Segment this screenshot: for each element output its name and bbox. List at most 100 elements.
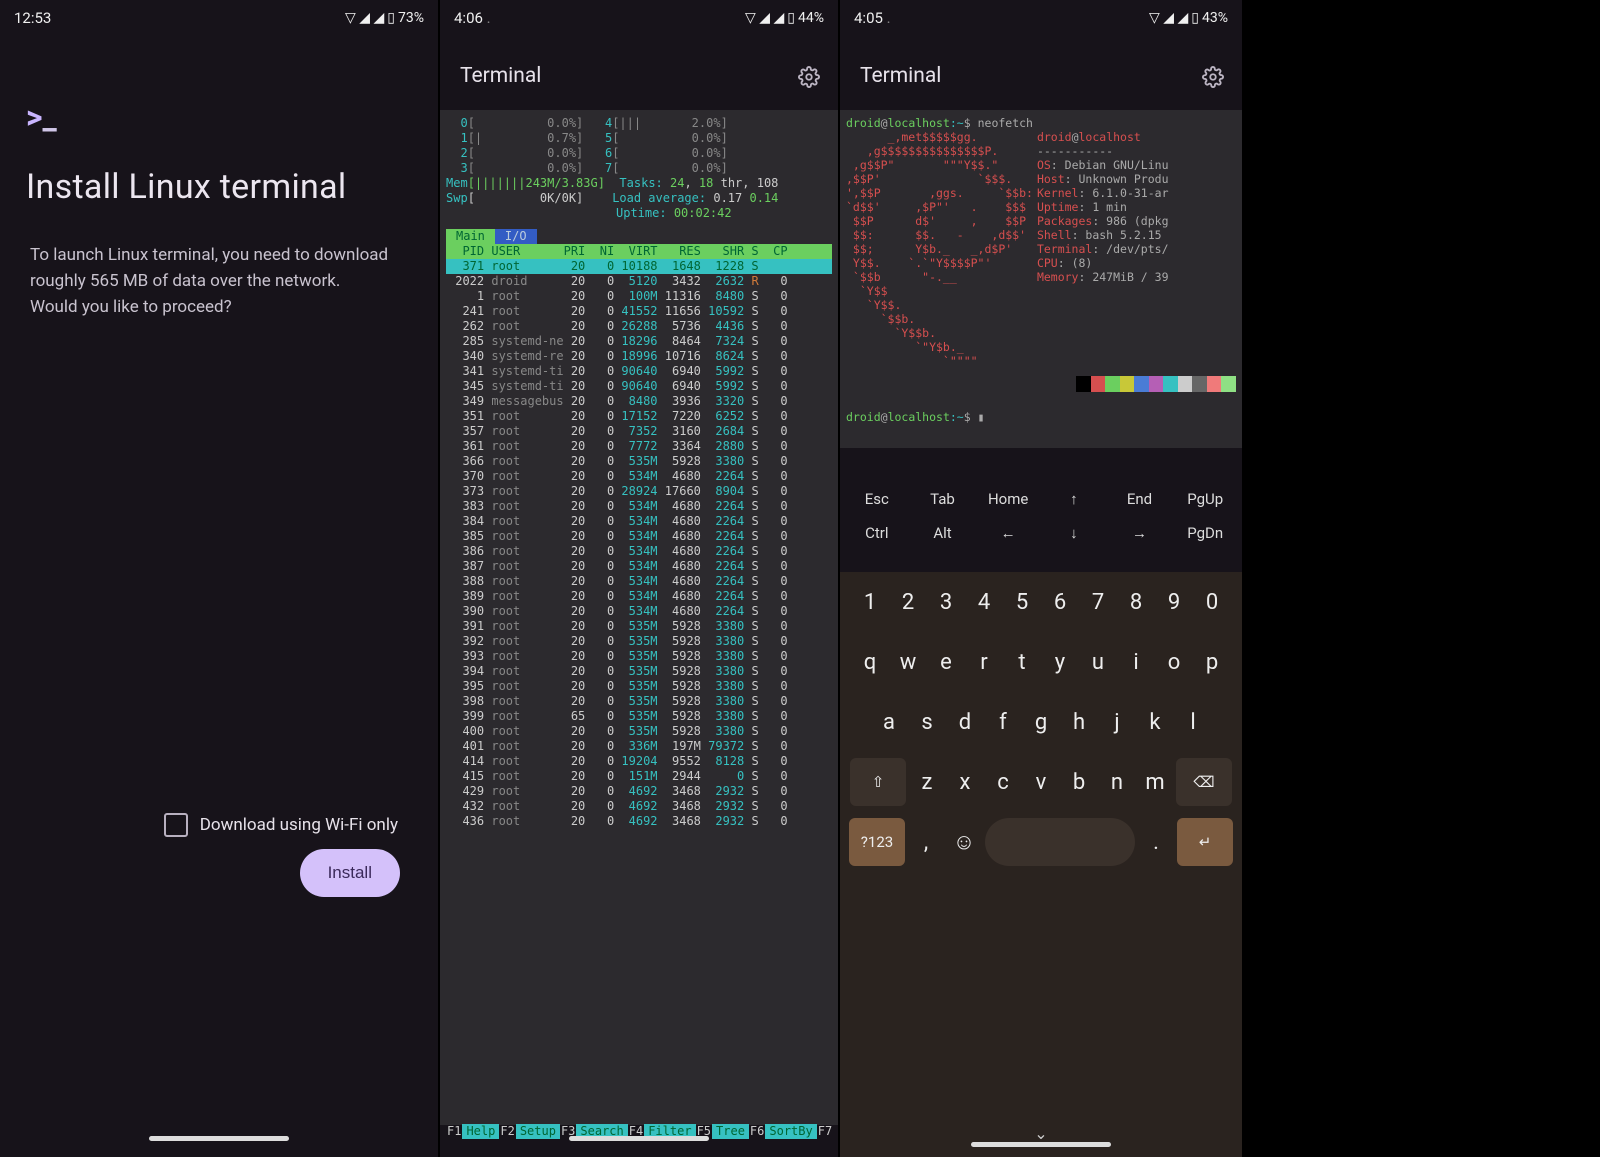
key-l[interactable]: l <box>1176 698 1210 746</box>
key-8[interactable]: 8 <box>1119 578 1153 626</box>
gear-icon[interactable] <box>1202 66 1224 92</box>
backspace-key[interactable]: ⌫ <box>1176 758 1232 806</box>
table-row[interactable]: 392 root 20 0 535M 5928 3380 S 0 <box>446 634 832 649</box>
table-row[interactable]: 341 systemd-ti 20 0 90640 6940 5992 S 0 <box>446 364 832 379</box>
key-e[interactable]: e <box>929 638 963 686</box>
table-row[interactable]: 371 root 20 0 10188 1648 1228 S <box>446 259 832 274</box>
table-row[interactable]: 349 messagebus 20 0 8480 3936 3320 S 0 <box>446 394 832 409</box>
key-1[interactable]: 1 <box>853 578 887 626</box>
key-o[interactable]: o <box>1157 638 1191 686</box>
tab-main[interactable]: Main <box>446 229 495 244</box>
table-row[interactable]: 361 root 20 0 7772 3364 2880 S 0 <box>446 439 832 454</box>
key-j[interactable]: j <box>1100 698 1134 746</box>
table-row[interactable]: 387 root 20 0 534M 4680 2264 S 0 <box>446 559 832 574</box>
key-p[interactable]: p <box>1195 638 1229 686</box>
key-v[interactable]: v <box>1024 758 1058 806</box>
symbols-key[interactable]: ?123 <box>849 818 905 866</box>
shift-key[interactable]: ⇧ <box>850 758 906 806</box>
table-row[interactable]: 390 root 20 0 534M 4680 2264 S 0 <box>446 604 832 619</box>
key-5[interactable]: 5 <box>1005 578 1039 626</box>
key-c[interactable]: c <box>986 758 1020 806</box>
key-g[interactable]: g <box>1024 698 1058 746</box>
extkey-pgup[interactable]: PgUp <box>1172 490 1238 508</box>
key-4[interactable]: 4 <box>967 578 1001 626</box>
table-row[interactable]: 2022 droid 20 0 5120 3432 2632 R 0 <box>446 274 832 289</box>
key-r[interactable]: r <box>967 638 1001 686</box>
table-row[interactable]: 262 root 20 0 26288 5736 4436 S 0 <box>446 319 832 334</box>
fkey-f1[interactable]: F1Help <box>446 1124 499 1139</box>
key-u[interactable]: u <box>1081 638 1115 686</box>
table-row[interactable]: 241 root 20 0 41552 11656 10592 S 0 <box>446 304 832 319</box>
extkey-end[interactable]: End <box>1107 490 1173 508</box>
key-s[interactable]: s <box>910 698 944 746</box>
table-row[interactable]: 388 root 20 0 534M 4680 2264 S 0 <box>446 574 832 589</box>
table-row[interactable]: 351 root 20 0 17152 7220 6252 S 0 <box>446 409 832 424</box>
table-row[interactable]: 370 root 20 0 534M 4680 2264 S 0 <box>446 469 832 484</box>
key-w[interactable]: w <box>891 638 925 686</box>
table-row[interactable]: 415 root 20 0 151M 2944 0 S 0 <box>446 769 832 784</box>
table-row[interactable]: 357 root 20 0 7352 3160 2684 S 0 <box>446 424 832 439</box>
key-m[interactable]: m <box>1138 758 1172 806</box>
period-key[interactable]: . <box>1139 818 1173 866</box>
table-row[interactable]: 383 root 20 0 534M 4680 2264 S 0 <box>446 499 832 514</box>
key-a[interactable]: a <box>872 698 906 746</box>
key-6[interactable]: 6 <box>1043 578 1077 626</box>
table-row[interactable]: 432 root 20 0 4692 3468 2932 S 0 <box>446 799 832 814</box>
extkey-↑[interactable]: ↑ <box>1041 490 1107 508</box>
key-h[interactable]: h <box>1062 698 1096 746</box>
table-row[interactable]: 285 systemd-ne 20 0 18296 8464 7324 S 0 <box>446 334 832 349</box>
extkey-→[interactable]: → <box>1107 524 1173 542</box>
key-7[interactable]: 7 <box>1081 578 1115 626</box>
extkey-pgdn[interactable]: PgDn <box>1172 524 1238 542</box>
install-button[interactable]: Install <box>300 849 400 897</box>
extkey-alt[interactable]: Alt <box>910 524 976 542</box>
fkey-f7[interactable]: F7 <box>817 1124 840 1139</box>
table-row[interactable]: 340 systemd-re 20 0 18996 10716 8624 S 0 <box>446 349 832 364</box>
process-table-header[interactable]: PID USER PRI NI VIRT RES SHR S CP <box>446 244 832 259</box>
table-row[interactable]: 373 root 20 0 28924 17660 8904 S 0 <box>446 484 832 499</box>
key-y[interactable]: y <box>1043 638 1077 686</box>
table-row[interactable]: 400 root 20 0 535M 5928 3380 S 0 <box>446 724 832 739</box>
home-indicator[interactable] <box>149 1136 289 1141</box>
key-n[interactable]: n <box>1100 758 1134 806</box>
extkey-ctrl[interactable]: Ctrl <box>844 524 910 542</box>
table-row[interactable]: 394 root 20 0 535M 5928 3380 S 0 <box>446 664 832 679</box>
extkey-←[interactable]: ← <box>975 524 1041 542</box>
table-row[interactable]: 384 root 20 0 534M 4680 2264 S 0 <box>446 514 832 529</box>
key-i[interactable]: i <box>1119 638 1153 686</box>
key-f[interactable]: f <box>986 698 1020 746</box>
gear-icon[interactable] <box>798 66 820 92</box>
key-3[interactable]: 3 <box>929 578 963 626</box>
key-b[interactable]: b <box>1062 758 1096 806</box>
key-9[interactable]: 9 <box>1157 578 1191 626</box>
table-row[interactable]: 366 root 20 0 535M 5928 3380 S 0 <box>446 454 832 469</box>
key-d[interactable]: d <box>948 698 982 746</box>
table-row[interactable]: 398 root 20 0 535M 5928 3380 S 0 <box>446 694 832 709</box>
table-row[interactable]: 429 root 20 0 4692 3468 2932 S 0 <box>446 784 832 799</box>
key-t[interactable]: t <box>1005 638 1039 686</box>
terminal-output[interactable]: droid@localhost:~$ neofetch _,met$$$$$gg… <box>840 110 1242 448</box>
enter-key[interactable]: ↵ <box>1177 818 1233 866</box>
home-indicator[interactable] <box>569 1136 709 1141</box>
key-q[interactable]: q <box>853 638 887 686</box>
wifi-only-row[interactable]: Download using Wi-Fi only <box>164 813 398 837</box>
extkey-tab[interactable]: Tab <box>910 490 976 508</box>
chevron-down-icon[interactable]: ⌄ <box>1034 1124 1047 1143</box>
table-row[interactable]: 386 root 20 0 534M 4680 2264 S 0 <box>446 544 832 559</box>
table-row[interactable]: 1 root 20 0 100M 11316 8480 S 0 <box>446 289 832 304</box>
comma-key[interactable]: , <box>909 818 943 866</box>
table-row[interactable]: 345 systemd-ti 20 0 90640 6940 5992 S 0 <box>446 379 832 394</box>
fkey-f2[interactable]: F2Setup <box>499 1124 560 1139</box>
terminal-output[interactable]: 0[ 0.0%] 4[||| 2.0%] 1[| 0.7%] 5[ 0.0%] … <box>440 110 838 1125</box>
table-row[interactable]: 393 root 20 0 535M 5928 3380 S 0 <box>446 649 832 664</box>
key-2[interactable]: 2 <box>891 578 925 626</box>
key-k[interactable]: k <box>1138 698 1172 746</box>
table-row[interactable]: 414 root 20 0 19204 9552 8128 S 0 <box>446 754 832 769</box>
table-row[interactable]: 401 root 20 0 336M 197M 79372 S 0 <box>446 739 832 754</box>
checkbox-icon[interactable] <box>164 813 188 837</box>
table-row[interactable]: 391 root 20 0 535M 5928 3380 S 0 <box>446 619 832 634</box>
table-row[interactable]: 389 root 20 0 534M 4680 2264 S 0 <box>446 589 832 604</box>
extkey-↓[interactable]: ↓ <box>1041 524 1107 542</box>
key-0[interactable]: 0 <box>1195 578 1229 626</box>
table-row[interactable]: 399 root 65 0 535M 5928 3380 S 0 <box>446 709 832 724</box>
